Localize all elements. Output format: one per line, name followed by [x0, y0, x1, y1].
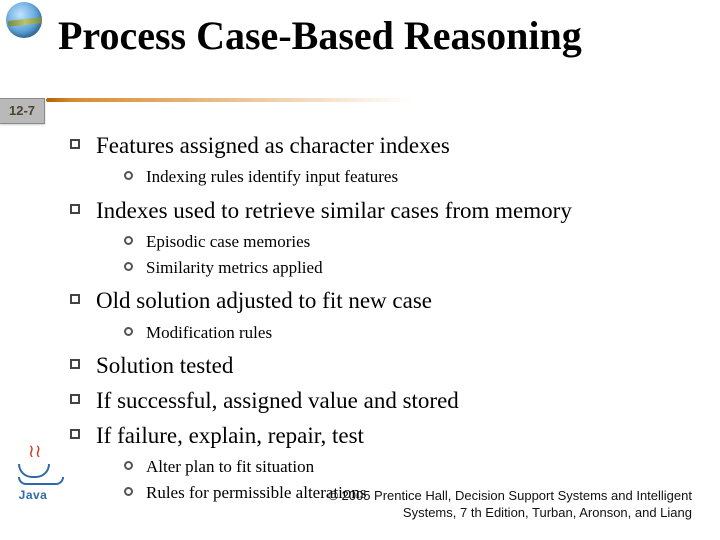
java-logo-label: Java — [10, 488, 56, 502]
copyright-line: © 2005 Prentice Hall, Decision Support S… — [328, 488, 692, 503]
bullet-text: If failure, explain, repair, test — [96, 423, 364, 448]
globe-icon — [6, 2, 46, 42]
bullet-text: Old solution adjusted to fit new case — [96, 288, 432, 313]
bullet-text: Indexes used to retrieve similar cases f… — [96, 198, 572, 223]
bullet-item: Indexes used to retrieve similar cases f… — [70, 195, 684, 280]
bullet-text: If successful, assigned value and stored — [96, 388, 459, 413]
bullet-item: Features assigned as character indexes I… — [70, 130, 684, 189]
bullet-item: Solution tested — [70, 350, 684, 381]
bullet-text: Solution tested — [96, 353, 233, 378]
sub-bullet-item: Alter plan to fit situation — [124, 455, 684, 479]
sub-bullet-item: Modification rules — [124, 321, 684, 345]
slide-number-badge: 12-7 — [0, 98, 45, 124]
bullet-item: Old solution adjusted to fit new case Mo… — [70, 285, 684, 344]
sub-bullet-item: Episodic case memories — [124, 230, 684, 254]
copyright-text: © 2005 Prentice Hall, Decision Support S… — [312, 487, 692, 522]
sub-bullet-item: Similarity metrics applied — [124, 256, 684, 280]
java-logo-icon: ≀≀ Java — [10, 464, 56, 524]
slide-title: Process Case-Based Reasoning — [58, 12, 582, 59]
bullet-text: Features assigned as character indexes — [96, 133, 450, 158]
copyright-line: Systems, 7 th Edition, Turban, Aronson, … — [403, 505, 692, 520]
content-area: Features assigned as character indexes I… — [70, 130, 684, 511]
sub-bullet-item: Indexing rules identify input features — [124, 165, 684, 189]
bullet-item: If successful, assigned value and stored — [70, 385, 684, 416]
title-divider — [46, 98, 712, 102]
